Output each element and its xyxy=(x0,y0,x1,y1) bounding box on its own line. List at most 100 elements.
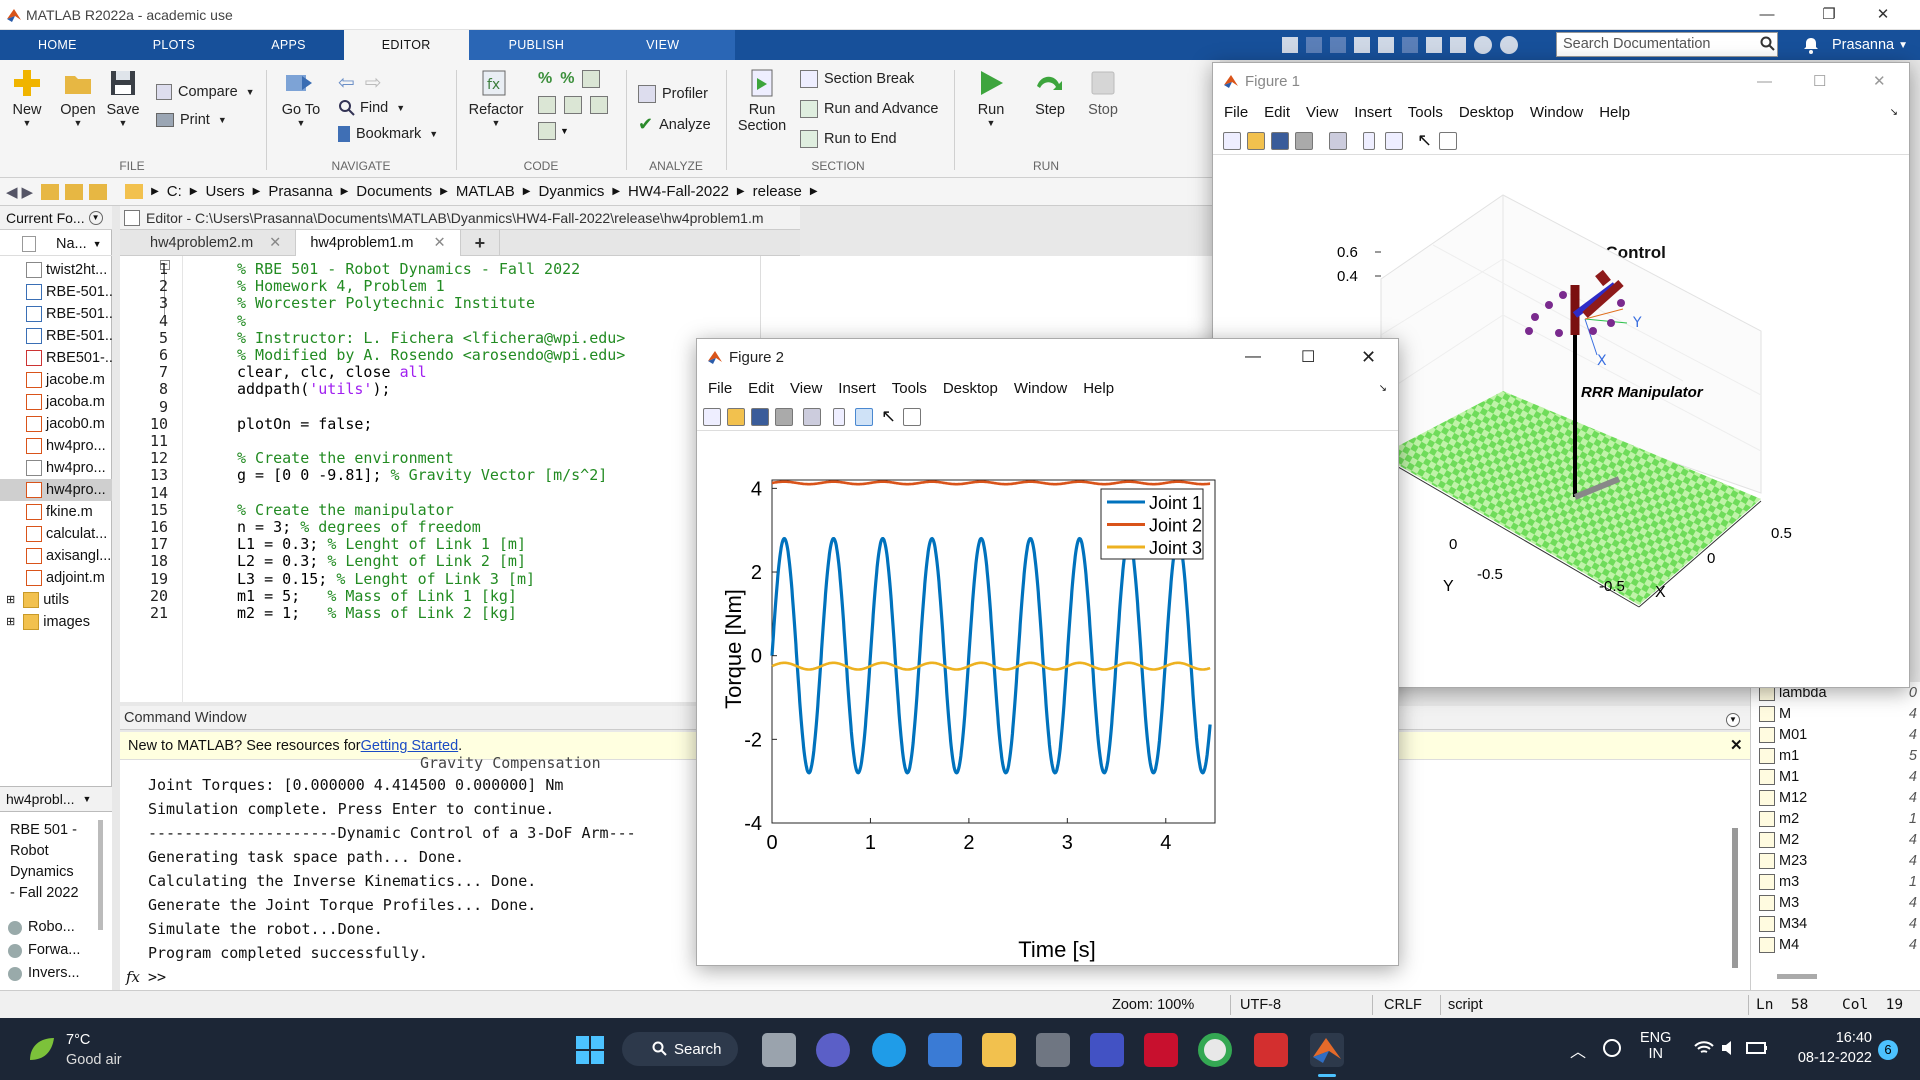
workspace-row[interactable]: m1 5 xyxy=(1751,745,1920,766)
menu-desktop[interactable]: Desktop xyxy=(943,380,998,397)
menu-window[interactable]: Window xyxy=(1530,104,1583,121)
undo-icon[interactable] xyxy=(1378,37,1394,53)
increase-indent-icon[interactable] xyxy=(590,96,608,114)
tab-apps[interactable]: APPS xyxy=(233,30,344,60)
panel-options-icon[interactable]: ▼ xyxy=(1726,713,1740,727)
workspace-row[interactable]: M4 xyxy=(1751,703,1920,724)
workspace-row[interactable]: m2 1 xyxy=(1751,808,1920,829)
pointer-icon[interactable]: ↖ xyxy=(1417,130,1432,151)
workspace-row[interactable]: M01 4 xyxy=(1751,724,1920,745)
notification-badge[interactable]: 6 xyxy=(1878,1040,1898,1060)
close-banner-icon[interactable]: ✕ xyxy=(1730,736,1743,754)
open-button[interactable]: Open ▼ xyxy=(56,68,100,128)
chevron-down-icon[interactable]: ▼ xyxy=(560,126,569,136)
save-icon[interactable] xyxy=(751,408,769,426)
workspace-row[interactable]: M23 4 xyxy=(1751,850,1920,871)
tab-plots[interactable]: PLOTS xyxy=(115,30,234,60)
weather-temp[interactable]: 7°C xyxy=(66,1032,90,1048)
close-button[interactable]: ✕ xyxy=(1860,0,1906,30)
list-item[interactable]: Invers... xyxy=(8,962,80,985)
edge-browser-icon[interactable] xyxy=(872,1033,906,1067)
step-button[interactable]: Step xyxy=(1024,68,1076,118)
close-icon[interactable]: ✕ xyxy=(434,235,446,251)
layout-icon[interactable] xyxy=(1450,37,1466,53)
microsoft-store-icon[interactable] xyxy=(928,1033,962,1067)
chrome-browser-icon[interactable] xyxy=(1198,1033,1232,1067)
matlab-taskbar-icon[interactable] xyxy=(1310,1033,1344,1067)
maximize-button[interactable]: ☐ xyxy=(1813,72,1826,90)
forward-arrow-icon[interactable]: ▶ xyxy=(22,183,34,201)
new-button[interactable]: New ▼ xyxy=(6,68,48,128)
list-item[interactable]: twist2ht... xyxy=(0,259,112,281)
open-icon[interactable] xyxy=(727,408,745,426)
link-plot-icon[interactable] xyxy=(1329,132,1347,150)
run-to-end-button[interactable]: Run to End xyxy=(800,130,897,148)
path-part-3[interactable]: Documents xyxy=(356,183,432,200)
browse-folder-icon[interactable] xyxy=(65,183,84,200)
back-arrow-icon[interactable]: ⇦ xyxy=(338,70,355,95)
run-button[interactable]: Run ▼ xyxy=(966,68,1016,128)
save-icon[interactable] xyxy=(1271,132,1289,150)
list-item[interactable]: RBE-501... xyxy=(0,325,112,347)
property-editor-icon[interactable] xyxy=(1439,132,1457,150)
workspace-row[interactable]: M2 4 xyxy=(1751,829,1920,850)
teams-chat-icon[interactable] xyxy=(816,1033,850,1067)
search-icon[interactable] xyxy=(1760,36,1776,52)
menu-help[interactable]: Help xyxy=(1599,104,1630,121)
colorbar-icon[interactable] xyxy=(833,408,845,426)
list-item[interactable]: RBE-501... xyxy=(0,281,112,303)
chevron-down-icon[interactable]: ▼ xyxy=(1898,40,1908,51)
up-folder-icon[interactable] xyxy=(41,183,60,200)
wrap-comments-icon[interactable] xyxy=(582,70,601,88)
list-item[interactable]: Robo... xyxy=(8,916,80,939)
command-prompt[interactable]: >> xyxy=(148,968,166,986)
print-icon[interactable] xyxy=(1295,132,1313,150)
search-documentation-input[interactable]: Search Documentation xyxy=(1556,32,1778,57)
link-plot-icon[interactable] xyxy=(803,408,821,426)
mcafee-icon[interactable] xyxy=(1144,1033,1178,1067)
print-button[interactable]: Print ▼ xyxy=(156,112,227,128)
task-view-icon[interactable] xyxy=(762,1033,796,1067)
list-item[interactable]: ⊞ images xyxy=(0,611,112,633)
tab-view[interactable]: VIEW xyxy=(604,30,736,60)
legend-icon[interactable] xyxy=(1385,132,1403,150)
tab-hw4problem1[interactable]: hw4problem1.m ✕ xyxy=(296,229,461,256)
open-icon[interactable] xyxy=(1247,132,1265,150)
decrease-indent-icon[interactable] xyxy=(564,96,582,114)
bell-icon[interactable] xyxy=(1802,36,1820,54)
redo-icon[interactable] xyxy=(1402,37,1418,53)
menu-view[interactable]: View xyxy=(1306,104,1338,121)
path-part-6[interactable]: HW4-Fall-2022 xyxy=(628,183,729,200)
close-icon[interactable]: ✕ xyxy=(269,235,281,251)
minimize-button[interactable]: — xyxy=(1245,348,1261,366)
tab-home[interactable]: HOME xyxy=(0,30,115,60)
list-item[interactable]: axisangl... xyxy=(0,545,112,567)
chevron-up-icon[interactable]: ︿ xyxy=(1570,1038,1586,1062)
workspace-row[interactable]: M12 4 xyxy=(1751,787,1920,808)
comment-icon[interactable]: % xyxy=(538,70,552,88)
new-figure-icon[interactable] xyxy=(1223,132,1241,150)
list-item[interactable]: jacobe.m xyxy=(0,369,112,391)
workspace-row[interactable]: M34 4 xyxy=(1751,913,1920,934)
menu-insert[interactable]: Insert xyxy=(1354,104,1392,121)
clock-date[interactable]: 08-12-2022 xyxy=(1790,1050,1872,1066)
find-button[interactable]: Find ▼ xyxy=(338,99,405,117)
menu-view[interactable]: View xyxy=(790,380,822,397)
expand-icon[interactable]: ⊞ xyxy=(6,611,15,633)
weather-air[interactable]: Good air xyxy=(66,1052,122,1068)
tab-publish[interactable]: PUBLISH xyxy=(468,30,605,60)
getting-started-link[interactable]: Getting Started xyxy=(361,738,459,754)
close-button[interactable]: ✕ xyxy=(1361,347,1376,368)
list-item[interactable]: RBE501-... xyxy=(0,347,112,369)
insert-function-icon[interactable] xyxy=(538,122,556,140)
smart-indent-icon[interactable] xyxy=(538,96,556,114)
minimize-button[interactable]: — xyxy=(1757,73,1772,90)
restore-button[interactable]: ❐ xyxy=(1806,0,1852,30)
cut-icon[interactable] xyxy=(1306,37,1322,53)
tab-hw4problem2[interactable]: hw4problem2.m ✕ xyxy=(136,229,297,256)
list-item[interactable]: adjoint.m xyxy=(0,567,112,589)
menu-edit[interactable]: Edit xyxy=(1264,104,1290,121)
compare-button[interactable]: Compare ▼ xyxy=(156,84,255,100)
print-icon[interactable] xyxy=(775,408,793,426)
matlab-lab-icon[interactable] xyxy=(1090,1033,1124,1067)
